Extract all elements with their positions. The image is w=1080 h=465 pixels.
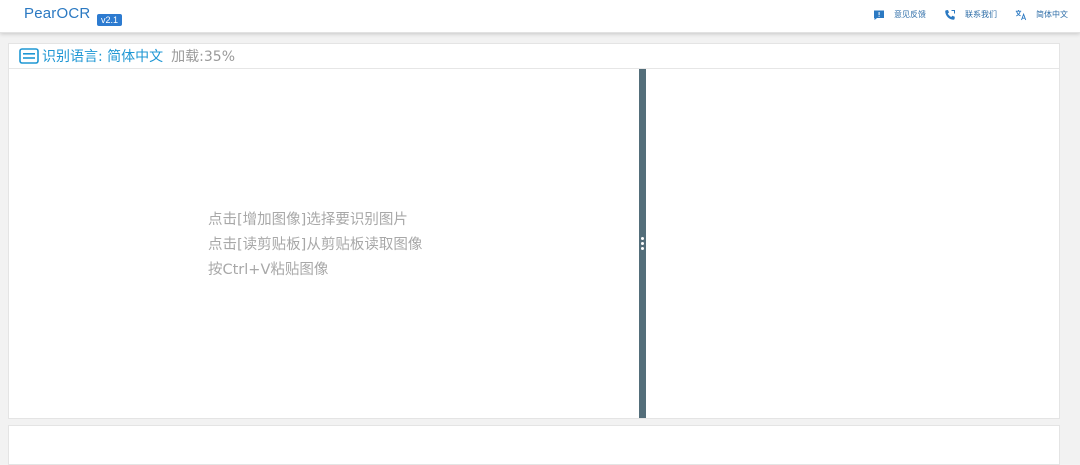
language-switch-button[interactable]: 简体中文 [1015, 9, 1068, 21]
drag-handle-icon [641, 237, 644, 250]
hint-read-clipboard: 点击[读剪贴板]从剪贴板读取图像 [208, 237, 423, 253]
phone-icon [944, 9, 956, 21]
translate-icon [1015, 9, 1027, 21]
work-area: 点击[增加图像]选择要识别图片 点击[读剪贴板]从剪贴板读取图像 按Ctrl+V… [9, 69, 1059, 418]
header-actions: 意见反馈 联系我们 简体中文 [855, 0, 1068, 29]
version-badge: v2.1 [97, 14, 123, 26]
language-card-icon [19, 48, 39, 64]
feedback-button[interactable]: 意见反馈 [873, 9, 926, 21]
recognition-language-selector[interactable]: 识别语言: 简体中文 [42, 46, 163, 66]
app-title[interactable]: PearOCR [24, 5, 90, 22]
load-status: 加载:35% [171, 49, 236, 65]
contact-us-label: 联系我们 [965, 10, 997, 19]
feedback-icon [873, 9, 885, 21]
feedback-label: 意见反馈 [894, 10, 926, 19]
panel-header: 识别语言: 简体中文 加载:35% [9, 44, 1059, 69]
image-drop-area[interactable]: 点击[增加图像]选择要识别图片 点击[读剪贴板]从剪贴板读取图像 按Ctrl+V… [9, 69, 639, 418]
hint-paste-shortcut: 按Ctrl+V粘贴图像 [208, 262, 329, 278]
app-header: PearOCR v2.1 意见反馈 联系我们 简体中文 [0, 0, 1080, 33]
split-divider[interactable] [639, 69, 646, 418]
hint-add-image: 点击[增加图像]选择要识别图片 [208, 212, 408, 228]
result-pane[interactable] [646, 69, 1059, 418]
hint-list: 点击[增加图像]选择要识别图片 点击[读剪贴板]从剪贴板读取图像 按Ctrl+V… [208, 208, 422, 283]
ocr-panel: 识别语言: 简体中文 加载:35% 点击[增加图像]选择要识别图片 点击[读剪贴… [8, 43, 1060, 419]
language-switch-label: 简体中文 [1036, 10, 1068, 19]
contact-us-button[interactable]: 联系我们 [944, 9, 997, 21]
bottom-panel [8, 425, 1060, 465]
